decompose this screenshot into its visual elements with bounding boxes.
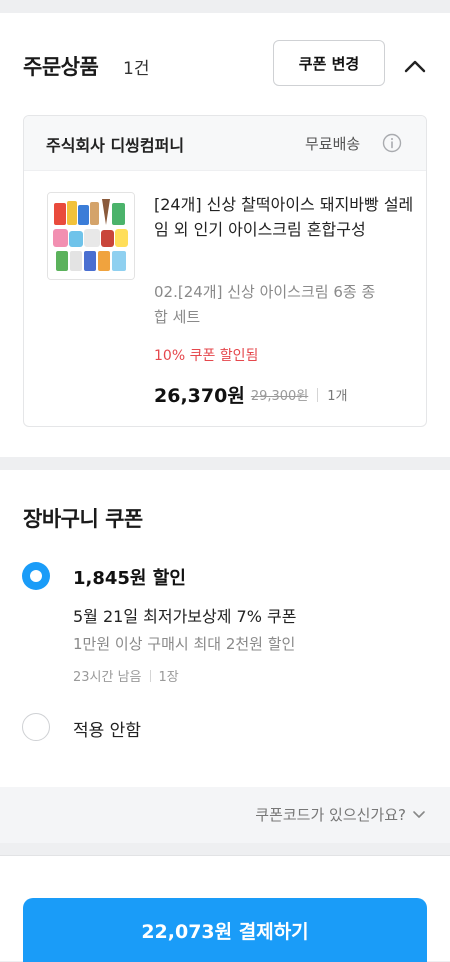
payment-bar: 22,073원 결제하기 bbox=[0, 855, 450, 962]
cart-coupon-section: 장바구니 쿠폰 1,845원 할인 5월 21일 최저가보상제 7% 쿠폰 1만… bbox=[0, 470, 450, 787]
coupon-applied-label: 10% 쿠폰 할인됨 bbox=[154, 348, 259, 364]
coupon-time-left: 23시간 남음 bbox=[73, 670, 142, 685]
divider bbox=[149, 669, 151, 682]
coupon-radio-selected[interactable] bbox=[22, 562, 50, 590]
coupon-radio-none[interactable] bbox=[22, 713, 50, 741]
order-count: 1건 bbox=[123, 59, 150, 79]
price-row: 26,370원 29,300원 1개 bbox=[154, 381, 348, 408]
coupon-condition: 1만원 이상 구매시 최대 2천원 할인 bbox=[73, 635, 296, 653]
seller-box: 주식회사 디씽컴퍼니 무료배송 [24개] 신상 찰떡아이스 돼지바빵 설레임 … bbox=[23, 115, 427, 427]
order-section: 주문상품 1건 쿠폰 변경 주식회사 디씽컴퍼니 무료배송 [24개] 신상 찰… bbox=[0, 13, 450, 457]
original-price: 29,300원 bbox=[250, 389, 309, 404]
coupon-code-bar: 쿠폰코드가 있으신가요? bbox=[0, 787, 450, 843]
coupon-name: 5월 21일 최저가보상제 7% 쿠폰 bbox=[73, 607, 297, 626]
product-option: 02.[24개] 신상 아이스크림 6종 종합 세트 bbox=[154, 283, 376, 326]
divider bbox=[317, 387, 319, 402]
discount-amount[interactable]: 1,845원 할인 bbox=[73, 564, 186, 590]
seller-name: 주식회사 디씽컴퍼니 bbox=[46, 136, 185, 155]
shipping-label: 무료배송 bbox=[305, 135, 361, 153]
info-icon[interactable] bbox=[382, 133, 402, 153]
cart-coupon-title: 장바구니 쿠폰 bbox=[23, 507, 143, 531]
product-thumbnail[interactable] bbox=[47, 192, 135, 280]
sale-price: 26,370원 bbox=[154, 385, 245, 407]
no-apply-label[interactable]: 적용 안함 bbox=[73, 716, 141, 741]
coupon-meta: 23시간 남음 1장 bbox=[73, 666, 179, 685]
seller-header: 주식회사 디씽컴퍼니 무료배송 bbox=[24, 116, 426, 171]
order-title: 주문상품 bbox=[23, 55, 99, 79]
coupon-count: 1장 bbox=[158, 670, 179, 685]
coupon-change-button[interactable]: 쿠폰 변경 bbox=[273, 40, 385, 86]
chevron-down-icon[interactable] bbox=[412, 810, 426, 820]
coupon-code-label[interactable]: 쿠폰코드가 있으신가요? bbox=[255, 804, 406, 825]
chevron-up-icon[interactable] bbox=[402, 56, 428, 76]
quantity: 1개 bbox=[327, 389, 348, 404]
coupon-code-link[interactable]: 쿠폰코드가 있으신가요? bbox=[255, 804, 426, 825]
product-name[interactable]: [24개] 신상 찰떡아이스 돼지바빵 설레임 외 인기 아이스크림 혼합구성 bbox=[154, 192, 416, 242]
pay-button[interactable]: 22,073원 결제하기 bbox=[23, 898, 427, 962]
